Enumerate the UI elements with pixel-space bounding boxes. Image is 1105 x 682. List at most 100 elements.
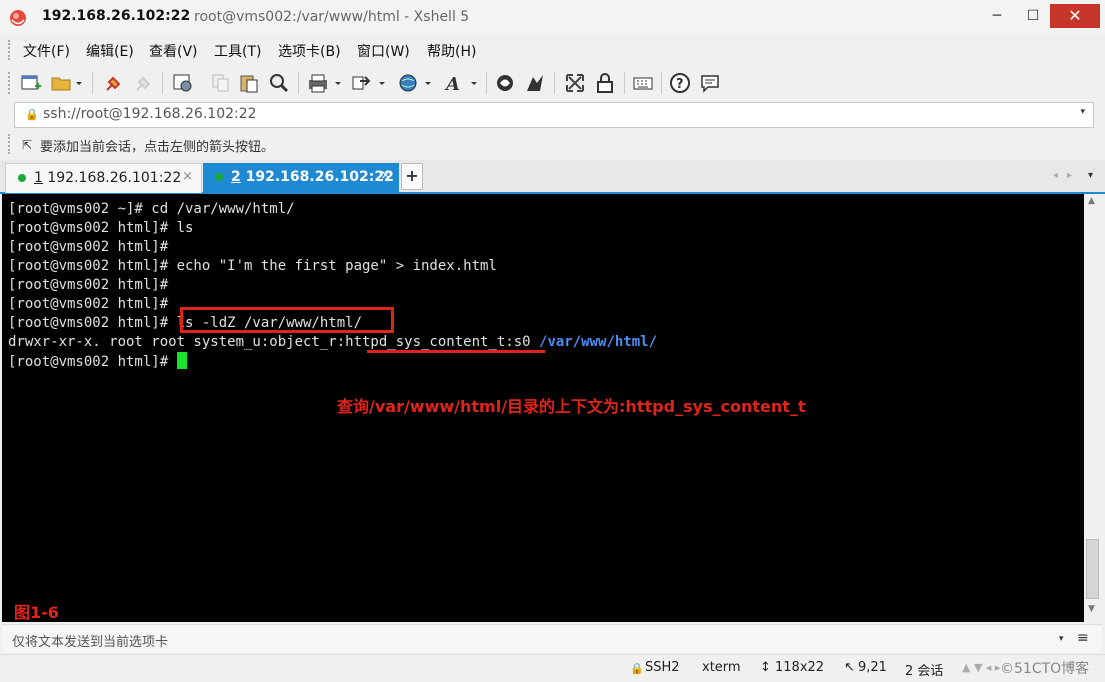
toolbar-separator bbox=[486, 72, 487, 94]
compose-menu-icon[interactable]: ≡ bbox=[1077, 630, 1089, 646]
toolbar-separator bbox=[298, 72, 299, 94]
prompt-text: [root@vms002 html]# bbox=[8, 354, 177, 370]
chevron-down-icon[interactable]: ▾ bbox=[1059, 634, 1064, 644]
find-icon[interactable] bbox=[268, 72, 290, 94]
menu-grip bbox=[8, 40, 13, 60]
open-folder-icon[interactable] bbox=[50, 72, 84, 94]
toolbar-separator bbox=[624, 72, 625, 94]
protocol-lock-icon: 🔒 bbox=[630, 662, 644, 675]
status-sessions: 2 会话 bbox=[905, 664, 944, 679]
cursor-position-icon: ↖ bbox=[844, 660, 855, 675]
status-terminal-type: xterm bbox=[702, 660, 741, 675]
toolbar-separator bbox=[554, 72, 555, 94]
menu-tools[interactable]: 工具(T) bbox=[214, 41, 261, 61]
menu-file[interactable]: 文件(F) bbox=[23, 41, 70, 61]
tab-close-icon[interactable]: × bbox=[380, 168, 391, 183]
terminal-line: [root@vms002 html]# ls bbox=[8, 220, 194, 236]
properties-icon[interactable] bbox=[172, 72, 194, 94]
close-button[interactable]: ✕ bbox=[1050, 4, 1100, 28]
window-title-host: 192.168.26.102:22 bbox=[42, 8, 191, 24]
paste-icon[interactable] bbox=[238, 72, 260, 94]
menu-tabs[interactable]: 选项卡(B) bbox=[278, 41, 341, 61]
toolbar-grip bbox=[8, 72, 13, 94]
session-nav-arrows[interactable]: ▲ ▼ ◂ ▸ bbox=[962, 661, 1000, 674]
address-input[interactable]: ssh://root@192.168.26.102:22 bbox=[43, 106, 257, 122]
help-icon[interactable]: ? bbox=[669, 72, 691, 94]
toolbar-separator bbox=[92, 72, 93, 94]
tab-scroll-left-icon[interactable]: ◂ bbox=[1053, 170, 1058, 181]
terminal-line: [root@vms002 html]# bbox=[8, 296, 169, 312]
menu-edit[interactable]: 编辑(E) bbox=[86, 41, 134, 61]
status-protocol: SSH2 bbox=[645, 660, 680, 675]
toolbar-separator bbox=[661, 72, 662, 94]
terminal-line: [root@vms002 html]# bbox=[8, 239, 169, 255]
listing-directory: /var/www/html/ bbox=[539, 334, 658, 350]
globe-icon[interactable] bbox=[396, 72, 434, 94]
maximize-button[interactable]: ☐ bbox=[1017, 4, 1049, 28]
terminal-prompt-line: [root@vms002 html]# bbox=[8, 352, 187, 371]
terminal-line: [root@vms002 ~]# cd /var/www/html/ bbox=[8, 201, 295, 217]
chat-icon[interactable] bbox=[699, 72, 721, 94]
connected-status-icon bbox=[215, 173, 223, 181]
tab-scroll-right-icon[interactable]: ▸ bbox=[1067, 170, 1072, 181]
scroll-down-icon[interactable]: ▼ bbox=[1088, 604, 1095, 614]
highlight-underline bbox=[367, 350, 545, 353]
menu-help[interactable]: 帮助(H) bbox=[427, 41, 476, 61]
session-hint-bar: ⇱ 要添加当前会话，点击左侧的箭头按钮。 bbox=[0, 130, 1105, 158]
font-icon[interactable]: A bbox=[442, 72, 480, 94]
terminal[interactable]: [root@vms002 ~]# cd /var/www/html/ [root… bbox=[2, 194, 1084, 622]
chevron-down-icon[interactable]: ▾ bbox=[1080, 107, 1085, 117]
status-size: 118x22 bbox=[775, 660, 825, 675]
size-icon: ↕ bbox=[760, 660, 771, 675]
compose-target-label[interactable]: 仅将文本发送到当前选项卡 bbox=[12, 631, 168, 650]
add-session-arrow-icon[interactable]: ⇱ bbox=[22, 138, 32, 152]
hint-text: 要添加当前会话，点击左侧的箭头按钮。 bbox=[40, 140, 275, 155]
lock-icon[interactable] bbox=[594, 72, 616, 94]
print-icon[interactable] bbox=[306, 72, 344, 94]
keyboard-icon[interactable] bbox=[632, 72, 654, 94]
copy-icon[interactable] bbox=[210, 72, 232, 94]
svg-text:?: ? bbox=[676, 77, 684, 92]
compose-bar[interactable]: 仅将文本发送到当前选项卡 ▾ ≡ bbox=[2, 624, 1102, 653]
scroll-thumb[interactable] bbox=[1086, 539, 1099, 599]
connected-status-icon bbox=[18, 174, 26, 182]
hint-grip bbox=[8, 134, 13, 154]
title-bar: 192.168.26.102:22 root@vms002:/var/www/h… bbox=[0, 0, 1105, 34]
terminal-cursor bbox=[176, 352, 187, 369]
terminal-listing-line: drwxr-xr-x. root root system_u:object_r:… bbox=[8, 333, 657, 352]
toolbar: A ? bbox=[0, 66, 1105, 100]
watermark: ©51CTO博客 bbox=[1000, 661, 1090, 677]
terminal-line: [root@vms002 html]# bbox=[8, 277, 169, 293]
reconnect-icon[interactable] bbox=[103, 72, 125, 94]
status-cursor-position: 9,21 bbox=[858, 660, 887, 675]
scroll-up-icon[interactable]: ▲ bbox=[1088, 196, 1095, 206]
minimize-button[interactable]: ─ bbox=[981, 4, 1013, 28]
xftp-icon[interactable] bbox=[494, 72, 516, 94]
svg-text:A: A bbox=[444, 74, 460, 94]
listing-text: drwxr-xr-x. root root system_u:object_r:… bbox=[8, 334, 540, 350]
status-bar: 🔒 SSH2 xterm ↕ 118x22 ↖ 9,21 2 会话 ▲ ▼ ◂ … bbox=[0, 654, 1105, 682]
menu-window[interactable]: 窗口(W) bbox=[357, 41, 410, 61]
transfer-icon[interactable] bbox=[350, 72, 388, 94]
tab-session-2[interactable]: 2 192.168.26.102:22 × bbox=[203, 163, 399, 192]
new-tab-button[interactable]: + bbox=[401, 163, 423, 190]
xmanager-icon[interactable] bbox=[524, 72, 546, 94]
figure-label: 图1-6 bbox=[14, 603, 59, 622]
tab-session-1[interactable]: 1 192.168.26.101:22 × bbox=[5, 163, 202, 193]
highlight-box bbox=[180, 307, 394, 333]
menu-view[interactable]: 查看(V) bbox=[149, 41, 198, 61]
new-session-icon[interactable] bbox=[20, 72, 42, 94]
tab-label: 2 192.168.26.102:22 bbox=[231, 169, 394, 185]
tab-list-icon[interactable]: ▾ bbox=[1088, 170, 1093, 181]
xshell-logo-icon bbox=[10, 10, 26, 26]
terminal-scrollbar[interactable]: ▲ ▼ bbox=[1084, 194, 1102, 622]
address-bar[interactable]: 🔒 ssh://root@192.168.26.102:22 ▾ bbox=[14, 102, 1094, 128]
lock-icon: 🔒 bbox=[25, 108, 39, 121]
disconnect-icon[interactable] bbox=[133, 72, 155, 94]
annotation-text: 查询/var/www/html/目录的上下文为:httpd_sys_conten… bbox=[337, 397, 806, 416]
tab-bar: 1 192.168.26.101:22 × 2 192.168.26.102:2… bbox=[0, 160, 1105, 194]
tab-close-icon[interactable]: × bbox=[182, 169, 193, 184]
tab-label: 1 192.168.26.101:22 bbox=[34, 170, 182, 186]
fullscreen-icon[interactable] bbox=[564, 72, 586, 94]
menu-bar: 文件(F) 编辑(E) 查看(V) 工具(T) 选项卡(B) 窗口(W) 帮助(… bbox=[0, 36, 1105, 64]
